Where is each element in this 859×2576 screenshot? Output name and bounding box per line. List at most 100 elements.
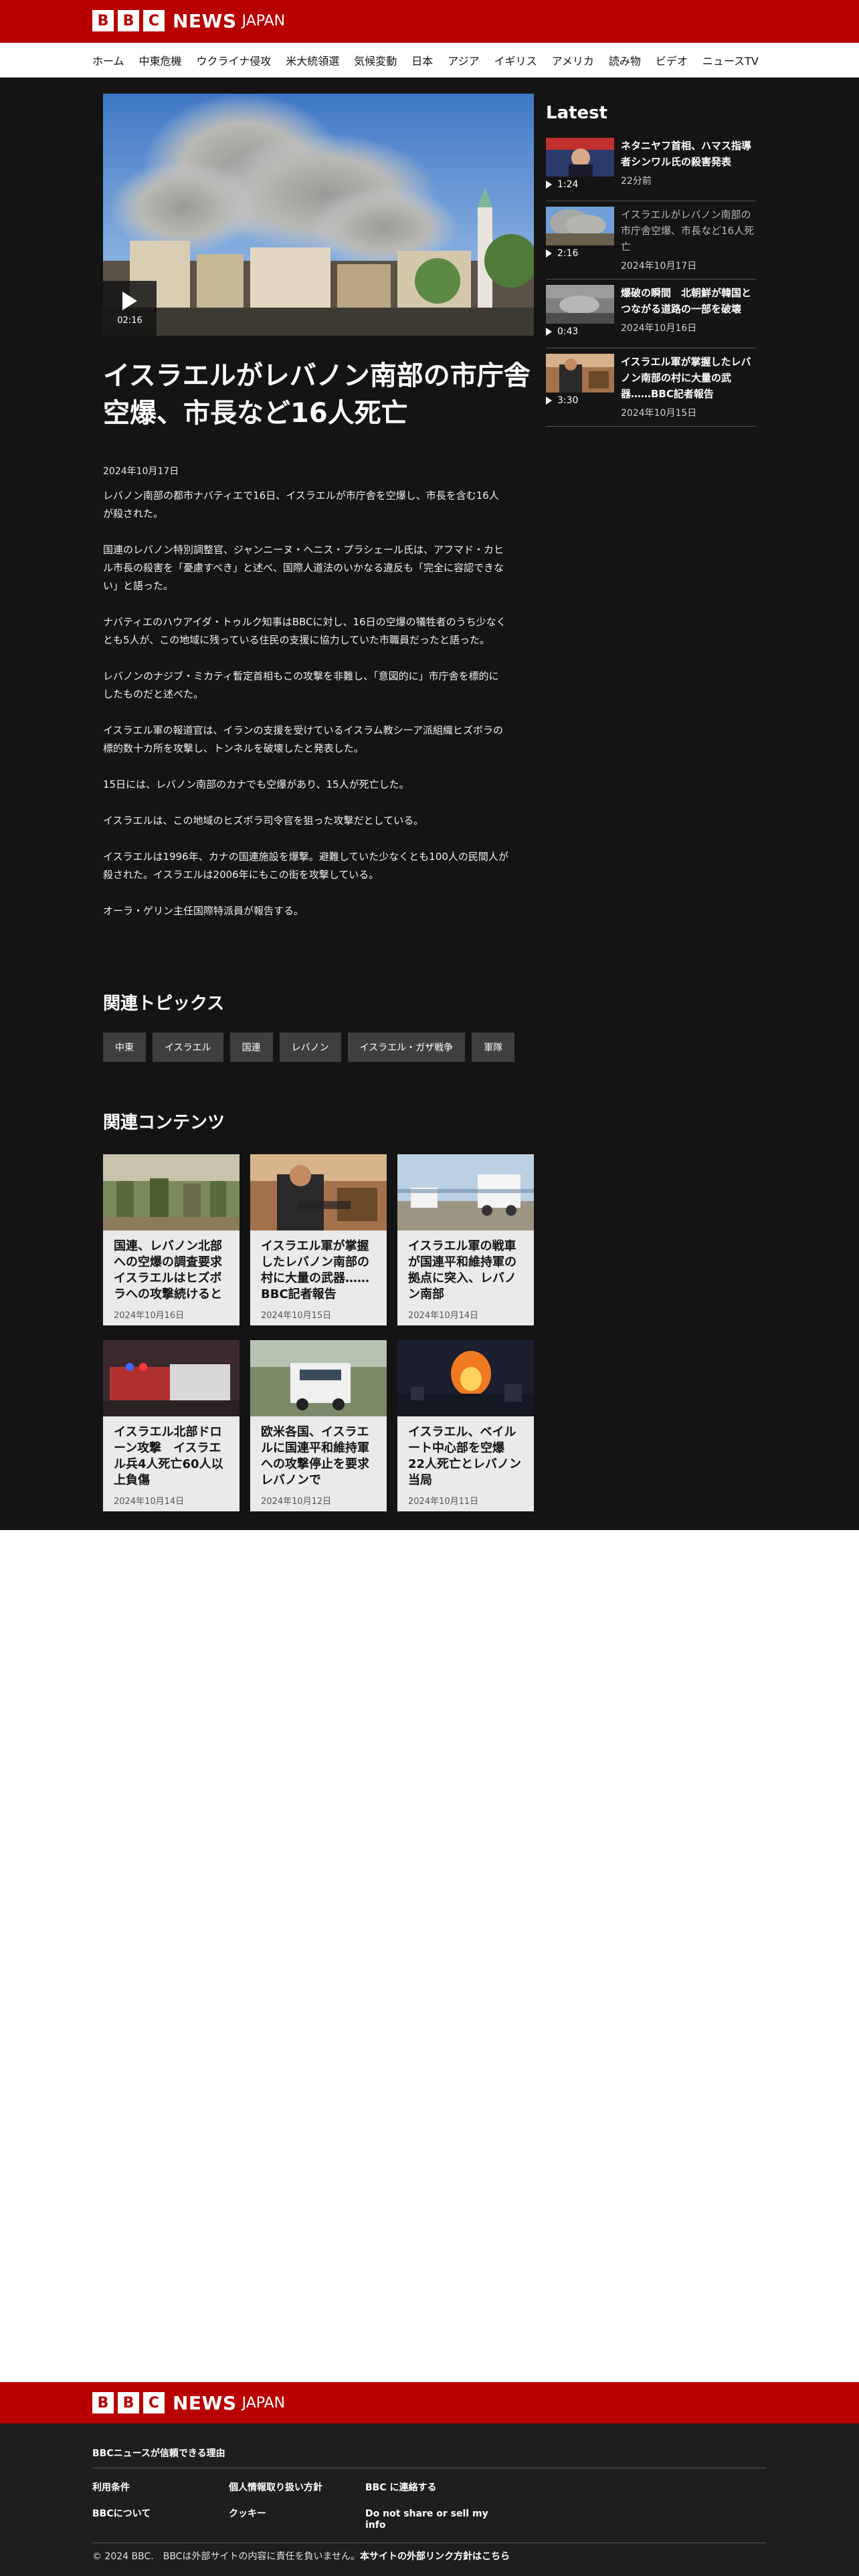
nav-item-home[interactable]: ホーム [92,52,124,68]
hero-video-image [103,94,534,336]
related-card-date: 2024年10月16日 [114,1311,185,1321]
article-paragraph: 15日には、レバノン南部のカナでも空爆があり、15人が死亡した。 [103,778,409,790]
footer-trust-link[interactable]: BBCニュースが信頼できる理由 [92,2446,225,2460]
nav-item-middle-east[interactable]: 中東危機 [139,52,182,68]
topic-israel-gaza-war[interactable]: イスラエル・ガザ戦争 [347,1033,466,1062]
related-card-date: 2024年10月14日 [114,1497,185,1507]
related-card-date: 2024年10月12日 [261,1497,332,1507]
latest-item-duration: 3:30 [557,395,579,406]
bbc-news-japan-logo[interactable]: B B C NEWS JAPAN [92,9,285,32]
nav-item-video[interactable]: ビデオ [656,52,688,68]
related-card-title: 欧米各国、イスラエルに国連平和維持軍への攻撃停止を要求 レバノンで [261,1425,376,1487]
article-paragraph: 国連のレバノン特別調整官、ジャンニーヌ・ヘニス・プラシェール氏は、アフマド・カヒ… [103,544,504,592]
nav-item-uk[interactable]: イギリス [494,52,537,68]
footer-link-cookies[interactable]: クッキー [229,2508,365,2531]
article-paragraph: イスラエルは1996年、カナの国連施設を爆撃。避難していた少なくとも100人の民… [103,851,508,881]
related-card-title: イスラエル北部ドローン攻撃 イスラエル兵4人死亡60人以上負傷 [114,1425,223,1487]
article-paragraph: レバノン南部の都市ナバティエで16日、イスラエルが市庁舎を空爆し、市長を含む16… [103,490,499,520]
latest-title: Latest [546,103,608,123]
nav-item-features[interactable]: 読み物 [609,52,641,68]
topic-middle-east[interactable]: 中東 [103,1033,146,1062]
related-card-thumbnail [250,1340,387,1416]
bbc-logo-blocks: B B C [92,2392,165,2413]
related-card-title: イスラエル軍の戦車が国連平和維持軍の拠点に突入、レバノン南部 [408,1239,516,1301]
brand-news-text: NEWS [173,2391,237,2414]
video-duration: 02:16 [117,315,142,326]
related-card[interactable]: イスラエル北部ドローン攻撃 イスラエル兵4人死亡60人以上負傷 2024年10月… [103,1340,240,1511]
brand-news-text: NEWS [173,9,237,32]
related-card-thumbnail [250,1154,387,1230]
latest-item[interactable]: 2:16 イスラエルがレバノン南部の市庁舎空爆、市長など16人死亡 2024年1… [546,201,756,280]
external-link-policy[interactable]: 本サイトの外部リンク方針はこちら [360,2551,510,2562]
latest-item-duration: 0:43 [557,326,579,337]
latest-item-date: 2024年10月17日 [621,261,697,272]
latest-item-thumbnail [546,354,614,393]
footer-links: 利用条件 個人情報取り扱い方針 BBC に連絡する BBCについて クッキー D… [92,2482,561,2531]
topic-lebanon[interactable]: レバノン [279,1033,341,1062]
hero-video[interactable]: 02:16 [103,94,534,336]
latest-item-title: イスラエルがレバノン南部の市庁舎空爆、市長など16人死亡 [621,209,755,253]
article-paragraph: ナバティエのハウアイダ・トゥルク知事はBBCに対し、16日の空爆の犠牲者のうち少… [103,616,506,646]
brand-region-text: JAPAN [242,2394,286,2411]
logo-letter-b1: B [92,10,114,31]
latest-item-date: 22分前 [621,176,652,187]
related-card[interactable]: イスラエル、ベイルート中心部を空爆 22人死亡とレバノン当局 2024年10月1… [397,1340,534,1511]
related-card[interactable]: 国連、レバノン北部への空爆の調査要求 イスラエルはヒズボラへの攻撃続けると 20… [103,1154,240,1325]
video-play-button[interactable]: 02:16 [103,281,157,336]
footer-link-about[interactable]: BBCについて [92,2508,229,2531]
article-date: 2024年10月17日 [103,466,179,477]
article-paragraph: レバノンのナジブ・ミカティ暫定首相もこの攻撃を非難し、「意図的に」市庁舎を標的に… [103,670,499,700]
play-icon [546,328,552,336]
footer-link-privacy[interactable]: 個人情報取り扱い方針 [229,2482,365,2494]
related-card-title: イスラエル軍が掌握したレバノン南部の村に大量の武器……BBC記者報告 [261,1239,369,1301]
related-card[interactable]: 欧米各国、イスラエルに国連平和維持軍への攻撃停止を要求 レバノンで 2024年1… [250,1340,387,1511]
play-icon [122,291,137,310]
nav-item-asia[interactable]: アジア [448,52,479,68]
logo-letter-b2: B [118,2392,139,2413]
related-content-title: 関連コンテンツ [103,1113,225,1133]
article-paragraph: イスラエル軍の報道官は、イランの支援を受けているイスラム教シーア派組織ヒズボラの… [103,724,504,754]
footer-link-contact[interactable]: BBC に連絡する [365,2482,502,2494]
latest-item-title: ネタニヤフ首相、ハマス指導者シンワル氏の殺害発表 [621,140,752,168]
logo-letter-b2: B [118,10,139,31]
article-body: レバノン南部の都市ナバティエで16日、イスラエルが市庁舎を空爆し、市長を含む16… [103,487,508,938]
play-icon [546,397,552,405]
logo-letter-c: C [143,10,165,31]
play-icon [546,181,552,189]
main-navigation: ホーム 中東危機 ウクライナ侵攻 米大統領選 気候変動 日本 アジア イギリス … [0,43,859,78]
footer-bbc-news-japan-logo[interactable]: B B C NEWS JAPAN [92,2391,285,2414]
related-content-grid: 国連、レバノン北部への空爆の調査要求 イスラエルはヒズボラへの攻撃続けると 20… [103,1154,534,1511]
nav-item-news-tv[interactable]: ニュースTV [702,52,759,68]
related-card-thumbnail [397,1154,534,1230]
footer-link-terms[interactable]: 利用条件 [92,2482,229,2494]
bbc-logo-blocks: B B C [92,10,165,31]
topic-military[interactable]: 軍隊 [472,1033,515,1062]
play-icon [546,249,552,257]
latest-item[interactable]: 3:30 イスラエル軍が掌握したレバノン南部の村に大量の武器……BBC記者報告 … [546,348,756,427]
topic-un[interactable]: 国連 [229,1033,273,1062]
related-card-thumbnail [397,1340,534,1416]
footer-header: B B C NEWS JAPAN [0,2382,859,2424]
latest-item-thumbnail [546,285,614,324]
related-card-thumbnail [103,1340,240,1416]
related-card-title: 国連、レバノン北部への空爆の調査要求 イスラエルはヒズボラへの攻撃続けると [114,1239,229,1301]
related-card[interactable]: イスラエル軍が掌握したレバノン南部の村に大量の武器……BBC記者報告 2024年… [250,1154,387,1325]
related-card[interactable]: イスラエル軍の戦車が国連平和維持軍の拠点に突入、レバノン南部 2024年10月1… [397,1154,534,1325]
related-card-thumbnail [103,1154,240,1230]
nav-item-us-election[interactable]: 米大統領選 [286,52,339,68]
nav-item-ukraine[interactable]: ウクライナ侵攻 [197,52,272,68]
latest-item[interactable]: 1:24 ネタニヤフ首相、ハマス指導者シンワル氏の殺害発表 22分前 [546,132,756,201]
latest-item-thumbnail [546,138,614,177]
footer-copyright: © 2024 BBC. BBCは外部サイトの内容に責任を負いません。本サイトの外… [92,2549,510,2563]
latest-list: 1:24 ネタニヤフ首相、ハマス指導者シンワル氏の殺害発表 22分前 2:16 … [546,132,756,427]
nav-item-america[interactable]: アメリカ [552,52,594,68]
nav-item-japan[interactable]: 日本 [411,52,433,68]
nav-item-climate[interactable]: 気候変動 [354,52,397,68]
latest-item[interactable]: 0:43 爆破の瞬間 北朝鮮が韓国とつながる道路の一部を破壊 2024年10月1… [546,280,756,348]
related-card-date: 2024年10月14日 [408,1311,479,1321]
article-headline: イスラエルがレバノン南部の市庁舎空爆、市長など16人死亡 [103,360,531,429]
topic-israel[interactable]: イスラエル [153,1033,223,1062]
logo-letter-b1: B [92,2392,114,2413]
footer-link-do-not-sell[interactable]: Do not share or sell my info [365,2508,502,2531]
latest-item-date: 2024年10月15日 [621,408,697,419]
